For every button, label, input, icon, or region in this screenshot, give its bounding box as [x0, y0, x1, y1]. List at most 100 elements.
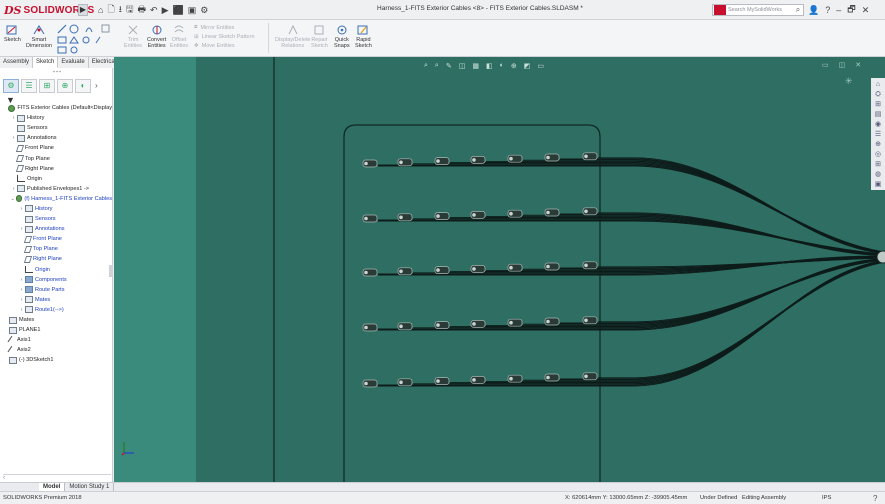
view-palette-icon[interactable]: ▤: [874, 110, 883, 119]
cable-wire[interactable]: [450, 218, 885, 256]
tree-item[interactable]: › History: [2, 204, 112, 214]
cable-wire[interactable]: [598, 158, 885, 255]
user-icon[interactable]: 👤: [808, 5, 819, 16]
solidworks-resources-icon[interactable]: ⌂: [874, 80, 883, 89]
tree-item[interactable]: › Annotations: [2, 224, 112, 234]
tree-item[interactable]: Front Plane: [2, 234, 112, 244]
appearances-icon[interactable]: ◉: [874, 120, 883, 129]
cable-wire[interactable]: [413, 164, 885, 254]
tree-item[interactable]: › History: [2, 113, 112, 123]
tree-item[interactable]: PLANE1: [2, 325, 112, 335]
offset-entities-button[interactable]: Offset Entities: [170, 24, 188, 49]
undo-icon[interactable]: ↶: [150, 5, 158, 16]
rebuild-icon[interactable]: ⬛: [172, 5, 183, 16]
tab-configuration-manager[interactable]: ⊞: [39, 78, 55, 93]
save-icon[interactable]: 🖫: [126, 2, 134, 18]
tree-item[interactable]: Origin: [2, 174, 112, 184]
section-view-icon[interactable]: ◫: [459, 62, 466, 70]
move-entities-button[interactable]: ✥ Move Entities: [194, 43, 255, 49]
file-properties-icon[interactable]: ▣: [188, 5, 197, 16]
cable-wire[interactable]: [523, 160, 885, 254]
cable-wire[interactable]: [413, 218, 885, 255]
tab-evaluate[interactable]: Evaluate: [58, 57, 89, 68]
display-delete-relations-button[interactable]: Display/Delete Relations: [275, 24, 310, 49]
close-icon[interactable]: ✕: [862, 5, 870, 16]
tab-property-manager[interactable]: ☰: [21, 78, 37, 93]
search-input[interactable]: Search MySolidWorks: [728, 7, 793, 13]
tree-horizontal-scrollbar[interactable]: ‹: [3, 474, 111, 481]
expand-toggle-icon[interactable]: ›: [10, 135, 17, 141]
quick-snaps-button[interactable]: Quick Snaps: [334, 24, 350, 49]
cable-wire[interactable]: [598, 157, 885, 254]
more-tabs-icon[interactable]: ›: [95, 81, 98, 90]
tree-item[interactable]: Sensors: [2, 214, 112, 224]
bundle-end-connector[interactable]: [876, 250, 885, 264]
tree-item[interactable]: Sensors: [2, 123, 112, 133]
cable-wire[interactable]: [598, 261, 885, 380]
help-icon[interactable]: ?: [825, 5, 830, 15]
custom-properties-icon[interactable]: ☰: [874, 130, 883, 139]
tab-assembly[interactable]: Assembly: [0, 57, 34, 68]
options-icon[interactable]: ⚙: [200, 5, 208, 16]
cable-wire[interactable]: [413, 163, 885, 253]
tree-item[interactable]: › Annotations: [2, 133, 112, 143]
expand-toggle-icon[interactable]: ›: [18, 226, 25, 232]
linear-pattern-button[interactable]: ⊞ Linear Sketch Pattern: [194, 34, 255, 40]
tree-item[interactable]: › Route1(-->): [2, 305, 112, 315]
tree-item[interactable]: › Mates: [2, 295, 112, 305]
file-explorer-icon[interactable]: ⊞: [874, 100, 883, 109]
home-icon[interactable]: ⌂: [98, 5, 103, 15]
electrical-library-icon[interactable]: ⊞: [874, 160, 883, 169]
rapid-sketch-button[interactable]: Rapid Sketch: [355, 24, 372, 49]
expand-toggle-icon[interactable]: ›: [18, 297, 25, 303]
search-box[interactable]: Search MySolidWorks ⌕: [712, 4, 804, 16]
view-settings-icon[interactable]: ▭: [537, 62, 544, 70]
toolbox-icon[interactable]: ⊕: [874, 140, 883, 149]
tree-item[interactable]: › Published Envelopes1 ->: [2, 184, 112, 194]
tree-item[interactable]: ⌄ (f) Harness_1-FITS Exterior Cables: [2, 194, 112, 204]
tree-item[interactable]: Axis1: [2, 335, 112, 345]
cable-wire[interactable]: [450, 217, 885, 256]
hide-show-icon[interactable]: ◐: [500, 62, 504, 69]
trim-entities-button[interactable]: Trim Entities: [124, 24, 142, 49]
tab-display-manager[interactable]: ◐: [75, 78, 91, 93]
panel-drag-handle[interactable]: [52, 70, 62, 73]
previous-view-icon[interactable]: ✎: [446, 62, 452, 70]
cable-wire[interactable]: [486, 160, 885, 254]
status-help-icon[interactable]: ?: [873, 494, 877, 503]
viewport-close-icon[interactable]: ✕: [855, 61, 861, 69]
expand-toggle-icon[interactable]: ›: [18, 307, 25, 313]
search-icon[interactable]: ⌕: [793, 5, 803, 15]
design-library-icon[interactable]: ⛭: [874, 90, 883, 99]
expand-toggle-icon[interactable]: ›: [18, 287, 25, 293]
select-icon[interactable]: ▶: [162, 5, 169, 16]
apply-scene-icon[interactable]: ◩: [524, 62, 531, 70]
tab-feature-tree[interactable]: ⚙: [3, 78, 19, 93]
tree-item[interactable]: Origin: [2, 265, 112, 275]
tab-dimxpert[interactable]: ⊕: [57, 78, 73, 93]
cable-wire[interactable]: [378, 164, 885, 253]
view-orientation-icon[interactable]: ✳: [845, 76, 853, 87]
new-document-icon[interactable]: 🗋: [107, 2, 114, 18]
tree-item[interactable]: Top Plane: [2, 244, 112, 254]
cable-wire[interactable]: [450, 162, 885, 254]
cable-wire[interactable]: [378, 219, 885, 255]
expand-toggle-icon[interactable]: ⌄: [10, 196, 16, 202]
tree-item[interactable]: Right Plane: [2, 254, 112, 264]
cable-wire[interactable]: [560, 261, 885, 381]
print-icon[interactable]: 🖶: [138, 2, 147, 18]
display-style-icon[interactable]: ◧: [486, 62, 493, 70]
harness-model-view[interactable]: [114, 57, 885, 482]
tree-item[interactable]: Right Plane: [2, 164, 112, 174]
tree-item[interactable]: Top Plane: [2, 153, 112, 163]
viewport-tile-icon[interactable]: ◫: [839, 61, 846, 69]
edit-appearance-icon[interactable]: ⊕: [511, 62, 517, 70]
tree-item[interactable]: Mates: [2, 315, 112, 325]
panel-collapse-handle[interactable]: [109, 265, 113, 277]
repair-sketch-button[interactable]: Repair Sketch: [311, 24, 328, 49]
expand-toggle-icon[interactable]: ›: [10, 186, 17, 192]
tab-motion-study[interactable]: Motion Study 1: [65, 483, 115, 491]
3d-content-icon[interactable]: ◍: [874, 170, 883, 179]
sketch-button[interactable]: Sketch: [4, 24, 21, 43]
minimize-icon[interactable]: –: [836, 5, 841, 15]
